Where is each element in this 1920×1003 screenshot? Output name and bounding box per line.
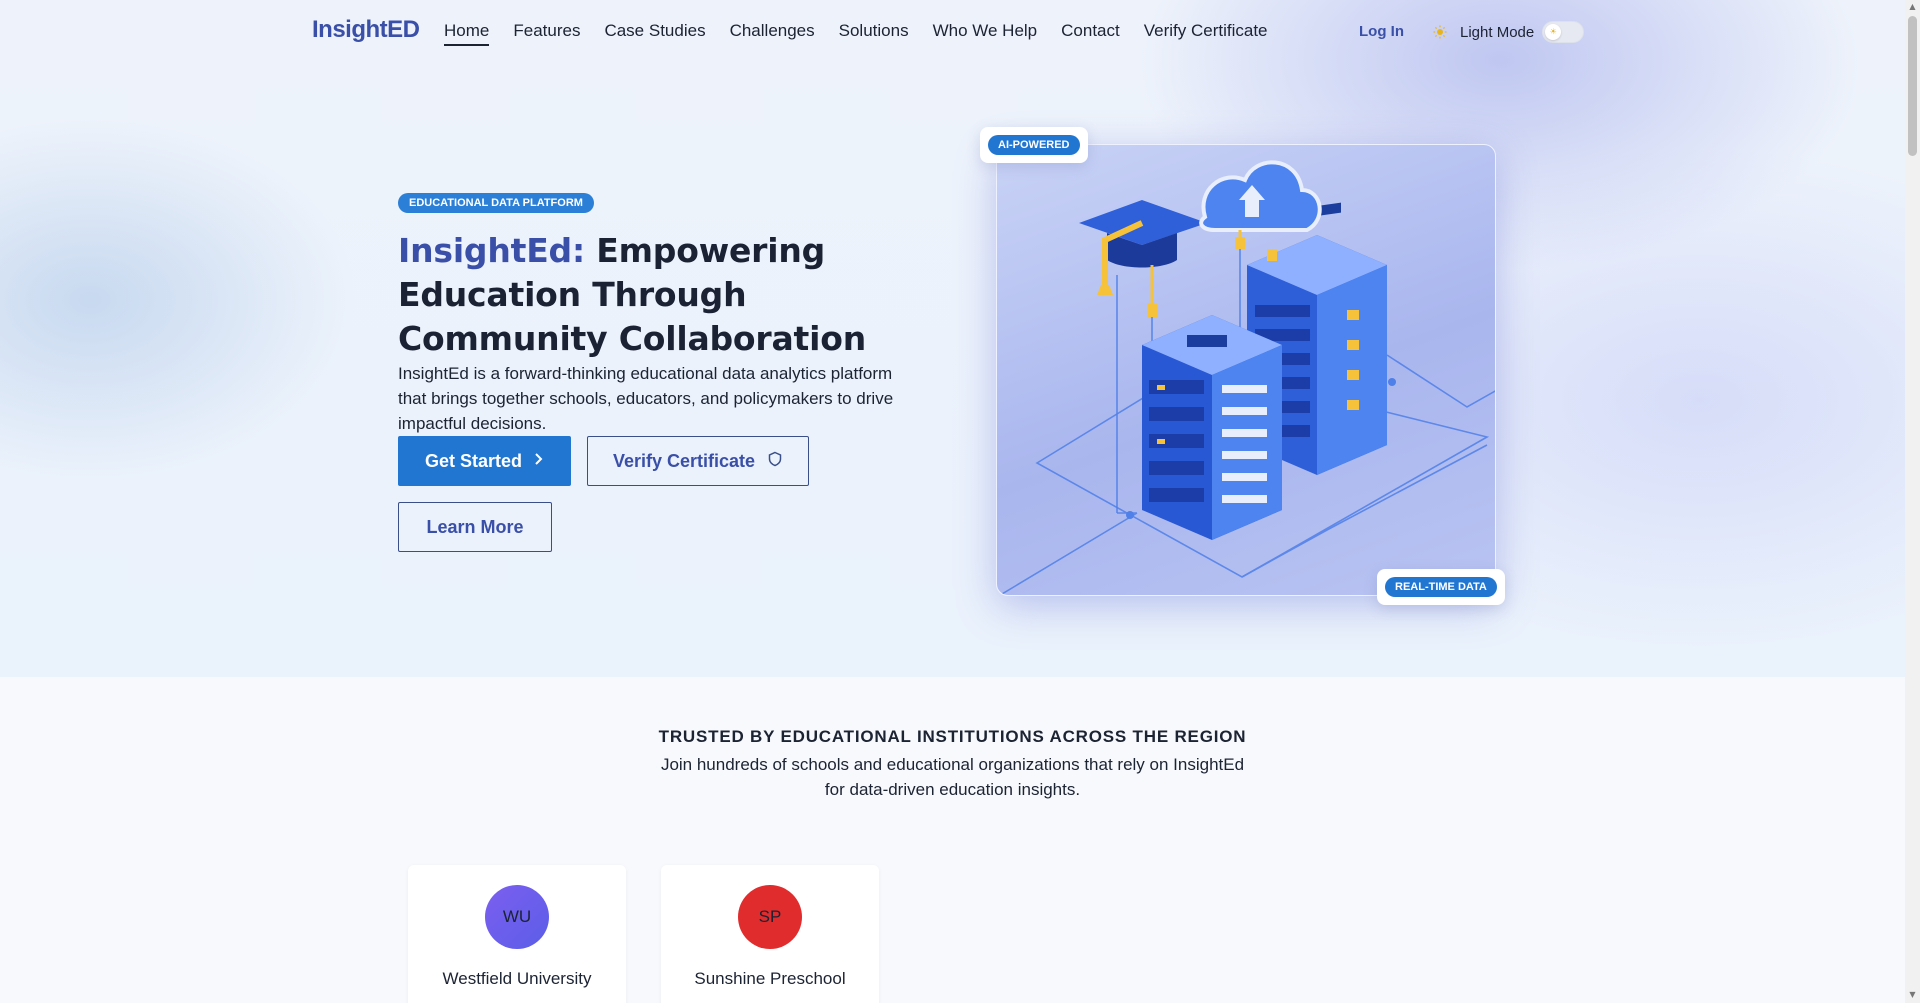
institution-name: Westfield University xyxy=(442,969,592,988)
data-center-illustration xyxy=(996,144,1496,596)
shield-icon xyxy=(767,451,783,472)
nav-link-home[interactable]: Home xyxy=(444,21,490,46)
nav-link-who-we-help[interactable]: Who We Help xyxy=(933,21,1038,46)
trusted-section-description: Join hundreds of schools and educational… xyxy=(660,755,1245,799)
institution-card[interactable]: WU Westfield University xyxy=(408,865,626,1003)
chevron-right-icon xyxy=(534,452,544,471)
hero-description: InsightEd is a forward-thinking educatio… xyxy=(398,364,894,433)
get-started-label: Get Started xyxy=(424,450,523,471)
sun-icon xyxy=(1433,25,1447,39)
nav-link-features[interactable]: Features xyxy=(513,21,580,46)
login-link[interactable]: Log In xyxy=(1359,23,1404,40)
institution-card[interactable]: SP Sunshine Preschool xyxy=(661,865,879,1003)
get-started-button[interactable]: Get Started xyxy=(398,436,571,486)
site-logo[interactable]: InsightED xyxy=(312,16,420,44)
theme-mode-label: Light Mode xyxy=(1460,23,1535,41)
ai-powered-pill: AI-POWERED xyxy=(988,135,1080,155)
scrollbar-thumb[interactable] xyxy=(1908,16,1917,156)
nav-links: Home Features Case Studies Challenges So… xyxy=(444,21,1292,46)
theme-toggle-group[interactable]: Light Mode ☀ xyxy=(1433,21,1585,43)
nav-link-case-studies[interactable]: Case Studies xyxy=(604,21,705,46)
real-time-data-tag: REAL-TIME DATA xyxy=(1377,569,1505,605)
nav-link-challenges[interactable]: Challenges xyxy=(730,21,815,46)
page-scrollbar[interactable]: ▲ ▼ xyxy=(1905,0,1920,1003)
nav-link-verify-certificate[interactable]: Verify Certificate xyxy=(1144,21,1268,46)
ai-powered-tag: AI-POWERED xyxy=(980,127,1088,163)
verify-certificate-button[interactable]: Verify Certificate xyxy=(587,436,809,486)
nav-link-solutions[interactable]: Solutions xyxy=(839,21,909,46)
real-time-data-pill: REAL-TIME DATA xyxy=(1385,577,1497,597)
institution-name: Sunshine Preschool xyxy=(694,969,846,988)
hero-background xyxy=(0,0,1905,677)
institution-avatar: SP xyxy=(738,885,802,949)
learn-more-label: Learn More xyxy=(426,516,524,537)
nav-link-contact[interactable]: Contact xyxy=(1061,21,1120,46)
learn-more-button[interactable]: Learn More xyxy=(398,502,552,552)
trusted-section-title: TRUSTED BY EDUCATIONAL INSTITUTIONS ACRO… xyxy=(658,727,1247,746)
scroll-down-arrow-icon[interactable]: ▼ xyxy=(1908,990,1917,1000)
verify-certificate-label: Verify Certificate xyxy=(612,450,756,471)
scroll-up-arrow-icon[interactable]: ▲ xyxy=(1908,2,1917,12)
top-navigation: InsightED Home Features Case Studies Cha… xyxy=(0,0,1905,64)
toggle-knob-sun-icon: ☀ xyxy=(1545,24,1562,40)
hero-title: InsightEd: Empowering Education Through … xyxy=(398,229,918,361)
theme-toggle-switch[interactable]: ☀ xyxy=(1542,21,1585,43)
hero-title-brand: InsightEd: xyxy=(398,231,585,270)
institution-avatar: WU xyxy=(485,885,549,949)
hero-badge: EDUCATIONAL DATA PLATFORM xyxy=(398,193,594,213)
